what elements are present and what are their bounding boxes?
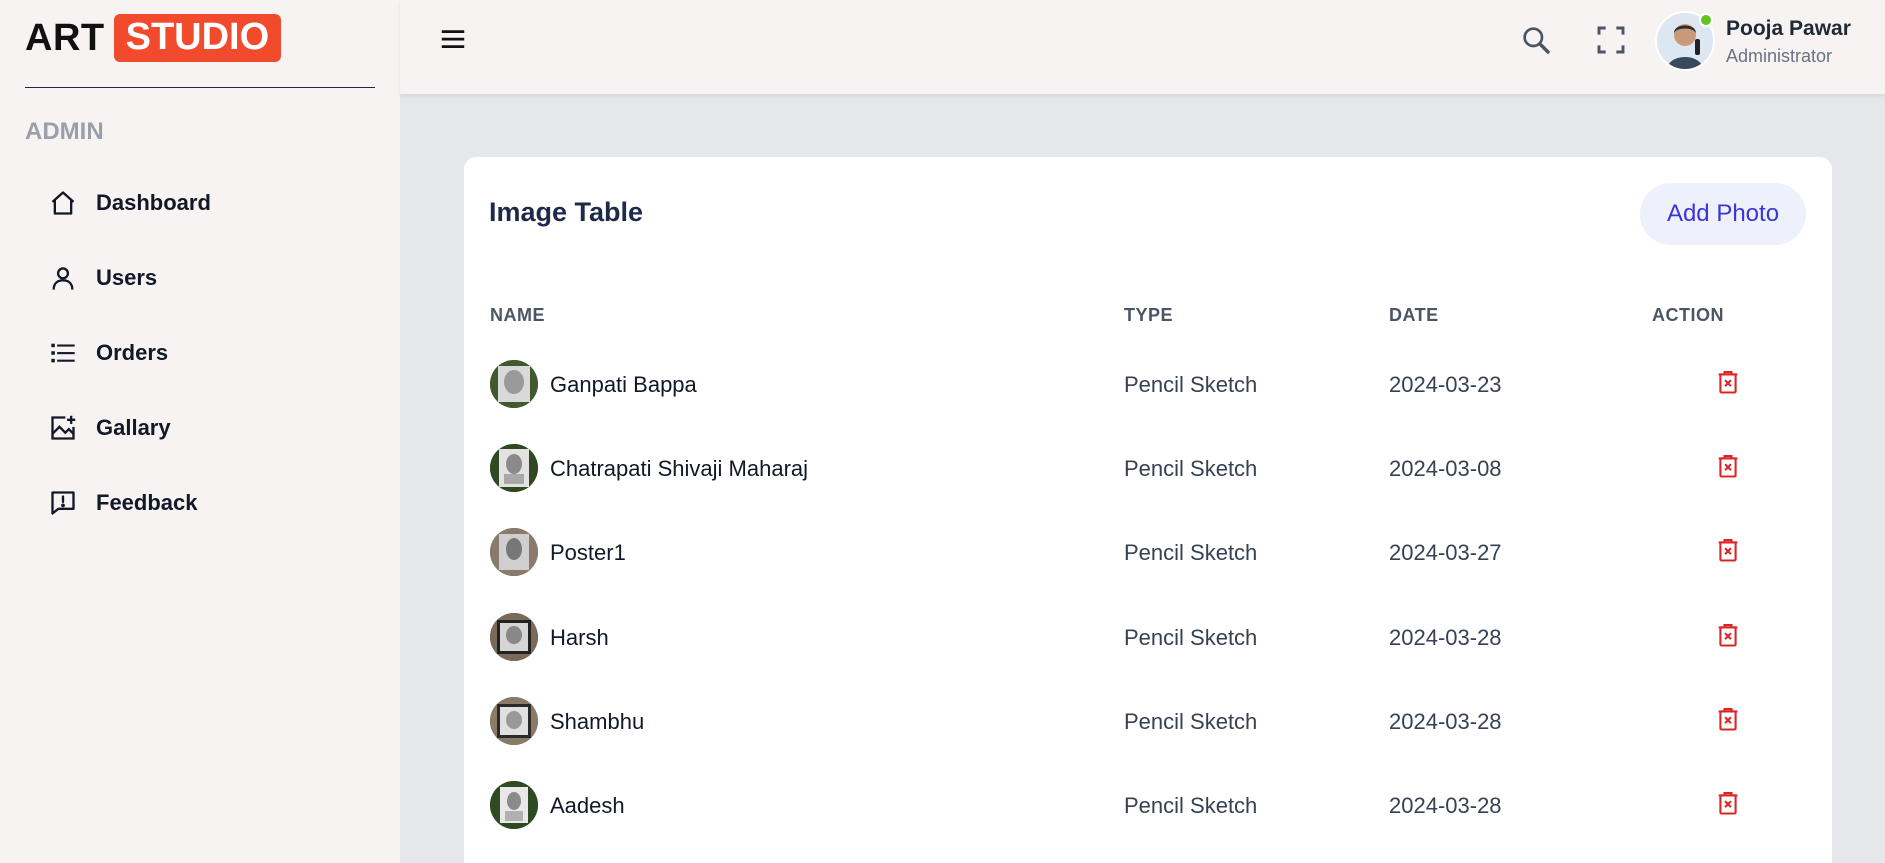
search-icon[interactable] <box>1520 24 1552 61</box>
cell-name: Ganpati Bappa <box>550 372 697 397</box>
cell-date: 2024-03-28 <box>1389 625 1502 650</box>
cell-type: Pencil Sketch <box>1124 540 1258 565</box>
image-add-icon <box>48 413 78 443</box>
cell-name: Aadesh <box>550 793 625 818</box>
sidebar-item-gallary[interactable]: Gallary <box>48 390 211 465</box>
topbar: Pooja Pawar Administrator <box>400 0 1885 94</box>
cell-type: Pencil Sketch <box>1124 456 1258 481</box>
logo-art-text: ART <box>25 16 105 59</box>
fullscreen-icon[interactable] <box>1595 24 1627 61</box>
cell-name: Shambhu <box>550 709 645 734</box>
online-status-dot <box>1699 13 1713 27</box>
delete-icon[interactable] <box>1714 705 1744 735</box>
sidebar-item-label: Orders <box>96 339 169 365</box>
menu-toggle-icon[interactable] <box>438 24 468 54</box>
cell-type: Pencil Sketch <box>1124 625 1258 650</box>
delete-icon[interactable] <box>1714 789 1744 819</box>
list-icon <box>48 338 78 368</box>
sidebar-item-orders[interactable]: Orders <box>48 315 211 390</box>
row-thumbnail[interactable] <box>490 697 538 745</box>
cell-date: 2024-03-23 <box>1389 372 1502 397</box>
table-row: Harsh Pencil Sketch 2024-03-28 <box>464 595 1832 679</box>
row-thumbnail[interactable] <box>490 781 538 829</box>
cell-name: Poster1 <box>550 540 626 565</box>
cell-date: 2024-03-28 <box>1389 709 1502 734</box>
cell-type: Pencil Sketch <box>1124 372 1258 397</box>
sidebar-nav: Dashboard Users Orders Gallary Feedback <box>48 165 211 540</box>
logo-studio-badge: STUDIO <box>113 14 282 62</box>
user-name: Pooja Pawar <box>1726 17 1851 40</box>
image-table-card: Image Table Add Photo NAME TYPE DATE ACT… <box>464 157 1832 863</box>
user-avatar[interactable] <box>1655 11 1715 71</box>
user-role: Administrator <box>1726 46 1833 66</box>
cell-type: Pencil Sketch <box>1124 793 1258 818</box>
column-header-name[interactable]: NAME <box>490 305 545 326</box>
row-thumbnail[interactable] <box>490 528 538 576</box>
sidebar-divider <box>25 87 375 88</box>
cell-name: Chatrapati Shivaji Maharaj <box>550 456 809 481</box>
cell-date: 2024-03-28 <box>1389 793 1502 818</box>
cell-date: 2024-03-27 <box>1389 540 1502 565</box>
row-thumbnail[interactable] <box>490 613 538 661</box>
user-icon <box>48 263 78 293</box>
sidebar-item-users[interactable]: Users <box>48 240 211 315</box>
delete-icon[interactable] <box>1714 452 1744 482</box>
column-header-type[interactable]: TYPE <box>1124 305 1173 326</box>
cell-name: Harsh <box>550 625 609 650</box>
sidebar-item-label: Feedback <box>96 489 198 515</box>
table-row: Aadesh Pencil Sketch 2024-03-28 <box>464 763 1832 847</box>
table-row: Poster1 Pencil Sketch 2024-03-27 <box>464 510 1832 594</box>
row-thumbnail[interactable] <box>490 360 538 408</box>
delete-icon[interactable] <box>1714 621 1744 651</box>
delete-icon[interactable] <box>1714 536 1744 566</box>
home-icon <box>48 188 78 218</box>
sidebar: ART STUDIO ADMIN Dashboard Users Orders <box>0 0 400 863</box>
sidebar-item-label: Dashboard <box>96 189 211 215</box>
sidebar-item-label: Gallary <box>96 414 171 440</box>
table-row: Shambhu Pencil Sketch 2024-03-28 <box>464 679 1832 763</box>
logo[interactable]: ART STUDIO <box>25 14 282 62</box>
table-row: Ganpati Bappa Pencil Sketch 2024-03-23 <box>464 342 1832 426</box>
sidebar-section-label: ADMIN <box>25 118 104 145</box>
table-row: Chatrapati Shivaji Maharaj Pencil Sketch… <box>464 426 1832 510</box>
sidebar-item-feedback[interactable]: Feedback <box>48 465 211 540</box>
row-thumbnail[interactable] <box>490 444 538 492</box>
sidebar-item-label: Users <box>96 264 158 290</box>
cell-date: 2024-03-08 <box>1389 456 1502 481</box>
column-header-action: ACTION <box>1652 305 1724 325</box>
column-header-date[interactable]: DATE <box>1389 305 1439 326</box>
cell-type: Pencil Sketch <box>1124 709 1258 734</box>
add-photo-button[interactable]: Add Photo <box>1640 183 1806 245</box>
sidebar-item-dashboard[interactable]: Dashboard <box>48 165 211 240</box>
card-title: Image Table <box>489 197 644 227</box>
feedback-icon <box>48 488 78 518</box>
delete-icon[interactable] <box>1714 368 1744 398</box>
